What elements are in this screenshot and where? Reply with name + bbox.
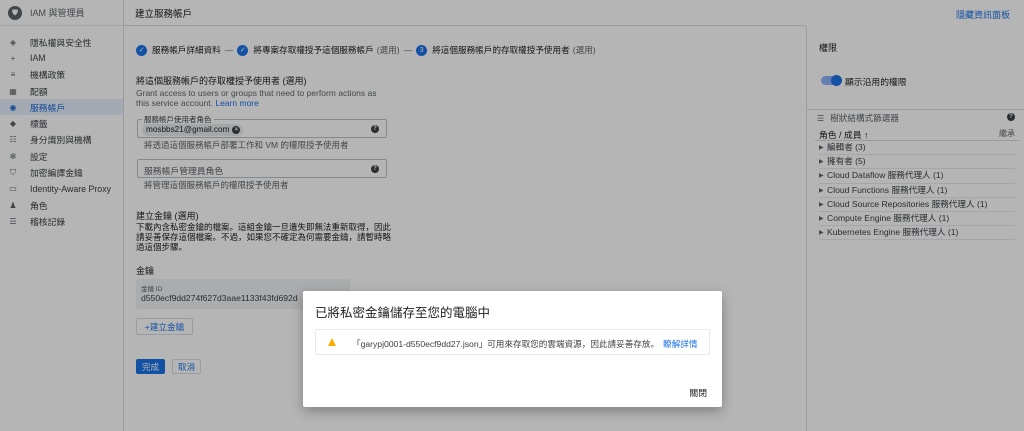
warning-banner: 「garypj0001-d550ecf9dd27.json」可用來存取您的雲端資… [315,329,710,355]
key-saved-dialog: 已將私密金鑰儲存至您的電腦中 「garypj0001-d550ecf9dd27.… [303,291,722,407]
warning-message: 「garypj0001-d550ecf9dd27.json」可用來存取您的雲端資… [352,339,660,349]
dialog-title: 已將私密金鑰儲存至您的電腦中 [315,306,491,320]
warning-text: 「garypj0001-d550ecf9dd27.json」可用來存取您的雲端資… [352,338,697,350]
warning-icon [328,338,336,346]
learn-more-link[interactable]: 瞭解詳情 [663,339,697,349]
close-button[interactable]: 關閉 [689,386,707,399]
